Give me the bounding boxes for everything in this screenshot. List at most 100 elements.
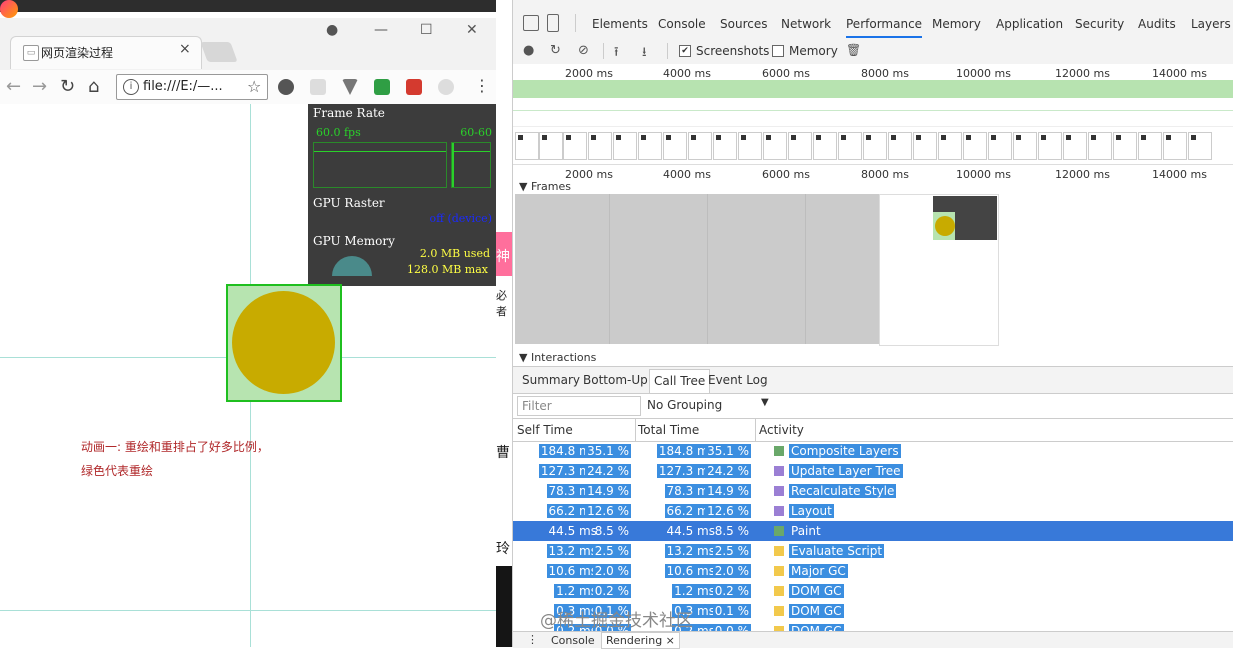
ruler-tick: 4000 ms (663, 168, 711, 181)
table-row[interactable]: 13.2 ms 2.5 % 13.2 ms 2.5 % Evaluate Script (513, 541, 1233, 561)
menu-icon[interactable]: ⋮ (474, 76, 490, 95)
load-profile-button[interactable]: ⭱ (614, 43, 619, 65)
table-row[interactable]: 127.3 ms 24.2 % 127.3 ms 24.2 % Update Layer… (513, 461, 1233, 481)
close-tab-icon[interactable]: × (179, 41, 191, 57)
total-time-percent: 2.0 % (712, 564, 751, 578)
tab-call-tree[interactable]: Call Tree (649, 369, 711, 393)
extension-icon[interactable] (438, 79, 454, 95)
tab-title: 网页渲染过程 (41, 46, 114, 60)
fps-value: 60.0 fps (316, 126, 361, 139)
tab-sources[interactable]: Sources (720, 17, 767, 31)
screenshot-thumb (563, 132, 587, 160)
total-time-percent: 14.9 % (705, 484, 751, 498)
column-activity[interactable]: Activity (759, 423, 804, 437)
column-self-time[interactable]: Self Time (517, 423, 573, 437)
browser-tab[interactable]: ▭ 网页渲染过程 × (10, 36, 202, 69)
screenshot-thumb (1163, 132, 1187, 160)
call-tree-header: Self Time Total Time Activity (513, 418, 1233, 442)
tab-summary[interactable]: Summary (522, 373, 580, 387)
grouping-select[interactable]: No Grouping (647, 398, 722, 412)
cpu-chart (513, 98, 1233, 127)
back-button[interactable]: ← (6, 76, 21, 97)
maximize-button[interactable]: ☐ (420, 22, 433, 38)
tab-event-log[interactable]: Event Log (708, 373, 768, 387)
table-row[interactable]: 10.6 ms 2.0 % 10.6 ms 2.0 % Major GC (513, 561, 1233, 581)
caption-line-1: 动画一: 重绘和重排占了好多比例， (81, 440, 269, 454)
frame-block[interactable] (515, 194, 881, 344)
table-row[interactable]: 44.5 ms 8.5 % 44.5 ms 8.5 % Paint (513, 521, 1233, 541)
info-icon[interactable]: i (123, 79, 139, 95)
devtools-panel: Elements Console Sources Network Perform… (512, 0, 1233, 649)
profile-icon[interactable]: ● (326, 22, 338, 38)
close-icon[interactable]: × (666, 634, 675, 647)
frames-track-toggle[interactable]: ▼ Frames (519, 180, 571, 193)
tab-console-drawer[interactable]: Console (551, 634, 595, 647)
tab-memory[interactable]: Memory (932, 17, 981, 31)
close-window-button[interactable]: ✕ (466, 22, 478, 38)
chevron-down-icon[interactable]: ▼ (761, 397, 769, 408)
activity-category-icon (774, 526, 784, 536)
device-toolbar-icon[interactable] (547, 14, 559, 32)
inspect-element-icon[interactable] (523, 15, 539, 31)
tab-audits[interactable]: Audits (1138, 17, 1176, 31)
details-tab-bar: Summary Bottom-Up Call Tree Event Log (513, 366, 1233, 394)
memory-checkbox[interactable] (772, 45, 784, 57)
tab-network[interactable]: Network (781, 17, 831, 31)
column-total-time[interactable]: Total Time (638, 423, 699, 437)
filter-input[interactable]: Filter (517, 396, 641, 416)
forward-button[interactable]: → (32, 76, 47, 97)
tab-security[interactable]: Security (1075, 17, 1124, 31)
ruler-tick: 10000 ms (956, 67, 1011, 80)
table-row[interactable]: 66.2 ms 12.6 % 66.2 ms 12.6 % Layout (513, 501, 1233, 521)
url-text: file:///E:/—... (143, 79, 223, 94)
activity-category-icon (774, 506, 784, 516)
bookmark-star-icon[interactable]: ☆ (247, 77, 261, 96)
timeline-overview[interactable]: 2000 ms 4000 ms 6000 ms 8000 ms 10000 ms… (513, 64, 1233, 164)
total-time-ms: 10.6 ms (664, 564, 717, 578)
self-time-percent: 2.0 % (592, 564, 631, 578)
ruler-tick: 6000 ms (762, 67, 810, 80)
tab-bottom-up[interactable]: Bottom-Up (583, 373, 648, 387)
address-bar[interactable]: i file:///E:/—... ☆ (116, 74, 268, 100)
screenshot-thumb (838, 132, 862, 160)
table-row[interactable]: 184.8 ms 35.1 % 184.8 ms 35.1 % Composite La… (513, 441, 1233, 461)
screenshot-thumb (888, 132, 912, 160)
reload-profile-button[interactable]: ↻ (550, 43, 561, 58)
self-time-ms: 13.2 ms (546, 544, 599, 558)
table-row[interactable]: 1.2 ms 0.2 % 1.2 ms 0.2 % DOM GC (513, 581, 1233, 601)
fps-histogram (451, 142, 491, 188)
extension-icon[interactable] (406, 79, 422, 95)
tab-elements[interactable]: Elements (592, 17, 648, 31)
reload-button[interactable]: ↻ (60, 76, 75, 97)
clear-button[interactable]: ⊘ (578, 43, 589, 58)
screenshot-thumb (813, 132, 837, 160)
table-row[interactable]: 78.3 ms 14.9 % 78.3 ms 14.9 % Recalculate St… (513, 481, 1233, 501)
tab-rendering[interactable]: Rendering × (601, 632, 680, 649)
tab-console[interactable]: Console (658, 17, 706, 31)
tab-layers[interactable]: Layers (1191, 17, 1231, 31)
screenshot-thumb (1088, 132, 1112, 160)
drawer-menu-icon[interactable]: ⋮ (527, 633, 538, 646)
home-button[interactable]: ⌂ (88, 76, 99, 97)
frames-track[interactable] (513, 194, 1233, 346)
screenshot-thumb (1013, 132, 1037, 160)
trash-icon[interactable]: 🗑 (846, 43, 861, 57)
self-time-percent: 8.5 % (594, 524, 629, 538)
tab-performance[interactable]: Performance (846, 17, 923, 38)
extension-icon[interactable] (310, 79, 326, 95)
record-button[interactable]: ● (523, 43, 534, 58)
ruler-tick: 12000 ms (1055, 67, 1110, 80)
strip-text: 必者 (496, 289, 507, 318)
tab-application[interactable]: Application (996, 17, 1063, 31)
minimize-button[interactable]: — (374, 22, 388, 38)
extension-icon[interactable] (374, 79, 390, 95)
save-profile-button[interactable]: ⭳ (642, 43, 647, 65)
interactions-track-toggle[interactable]: ▼ Interactions (519, 351, 596, 364)
performance-toolbar: ● ↻ ⊘ ⭱ ⭳ ✔ Screenshots Memory 🗑 (513, 38, 1233, 65)
screenshots-checkbox[interactable]: ✔ (679, 45, 691, 57)
animated-circle (232, 291, 335, 394)
grid-line (0, 610, 496, 611)
extension-icon[interactable] (342, 79, 358, 95)
extension-icon[interactable] (278, 79, 294, 95)
new-tab-button[interactable] (200, 42, 238, 62)
